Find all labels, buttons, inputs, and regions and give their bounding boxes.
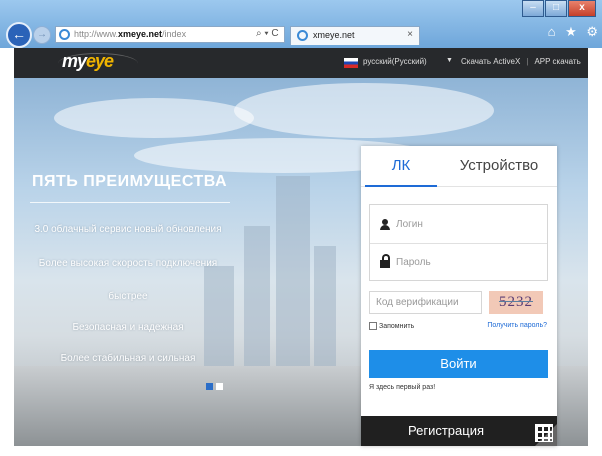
download-activex-link[interactable]: Скачать ActiveX: [461, 57, 520, 66]
login-row: [370, 205, 547, 244]
first-time-text: Я здесь первый раз!: [369, 384, 436, 391]
home-icon[interactable]: ⌂: [548, 24, 556, 39]
building: [244, 226, 270, 376]
password-row: [370, 243, 547, 281]
checkbox-icon[interactable]: [369, 322, 377, 330]
divider: [30, 202, 230, 203]
remember-label: Запомнить: [379, 322, 415, 330]
toolbar-icons: ⌂ ★ ⚙: [542, 24, 598, 40]
remember-checkbox[interactable]: Запомнить: [369, 322, 414, 330]
browser-chrome: – □ x ← → http://www.xmeye.net/index ⌕ ▾…: [0, 0, 602, 48]
feature-text: 3.0 облачный сервис новый обновления: [34, 224, 222, 235]
ie-icon: [297, 30, 308, 41]
address-bar[interactable]: http://www.xmeye.net/index ⌕ ▾ C: [55, 26, 285, 43]
credentials-box: [369, 204, 548, 281]
close-tab-icon[interactable]: ×: [407, 29, 413, 40]
header-links: Скачать ActiveX | APP скачать: [461, 57, 581, 66]
hero-title: ПЯТЬ ПРЕИМУЩЕСТВА: [32, 173, 228, 190]
forgot-password-link[interactable]: Получить пароль?: [487, 322, 547, 329]
cloud: [234, 83, 494, 138]
slider-dot[interactable]: [216, 383, 223, 390]
tab-lk[interactable]: ЛК: [361, 146, 441, 186]
lock-icon: [380, 254, 390, 268]
slider-dots: [206, 383, 223, 390]
login-panel: ЛК Устройство 5232 Запомнить Получить па…: [361, 146, 557, 446]
register-button[interactable]: Регистрация: [361, 416, 557, 446]
logo[interactable]: myeye: [62, 51, 114, 72]
russia-flag-icon: [344, 58, 358, 68]
tab-device[interactable]: Устройство: [441, 146, 557, 186]
feature-text: Более высокая скорость подключения: [38, 258, 218, 269]
close-window-button[interactable]: x: [568, 0, 596, 17]
ie-icon: [59, 29, 70, 40]
forward-button[interactable]: →: [33, 26, 51, 44]
star-icon[interactable]: ★: [565, 24, 577, 39]
login-input[interactable]: [396, 217, 536, 231]
cloud: [54, 98, 254, 138]
search-refresh-icons[interactable]: ⌕ ▾ C: [256, 28, 279, 39]
site-header: myeye русский(Русский) ▼ Скачать ActiveX…: [14, 48, 588, 78]
active-tab-indicator: [365, 185, 437, 187]
maximize-button[interactable]: □: [545, 0, 567, 17]
password-input[interactable]: [396, 255, 536, 269]
feature-text: быстрее: [108, 291, 148, 302]
chevron-down-icon[interactable]: ▼: [446, 57, 453, 64]
register-label: Регистрация: [408, 423, 484, 438]
download-app-link[interactable]: APP скачать: [534, 57, 580, 66]
address-url: http://www.xmeye.net/index: [74, 29, 187, 39]
slider-dot-active[interactable]: [206, 383, 213, 390]
back-button[interactable]: ←: [6, 22, 32, 48]
qr-code-icon[interactable]: [535, 424, 553, 442]
login-tabs: ЛК Устройство: [361, 146, 557, 187]
feature-text: Безопасная и надежная: [72, 322, 184, 333]
login-button[interactable]: Войти: [369, 350, 548, 378]
browser-tab[interactable]: xmeye.net ×: [290, 26, 420, 45]
user-icon: [380, 219, 390, 230]
window-controls: – □ x: [522, 0, 596, 17]
feature-text: Более стабильная и сильная: [60, 353, 196, 364]
language-select[interactable]: русский(Русский): [363, 57, 427, 66]
tab-title: xmeye.net: [313, 30, 355, 40]
link-separator: |: [526, 57, 529, 66]
building: [314, 246, 336, 376]
gear-icon[interactable]: ⚙: [586, 24, 598, 39]
captcha-input[interactable]: [369, 291, 482, 314]
captcha-image[interactable]: 5232: [489, 291, 543, 314]
minimize-button[interactable]: –: [522, 0, 544, 17]
building: [276, 176, 310, 376]
